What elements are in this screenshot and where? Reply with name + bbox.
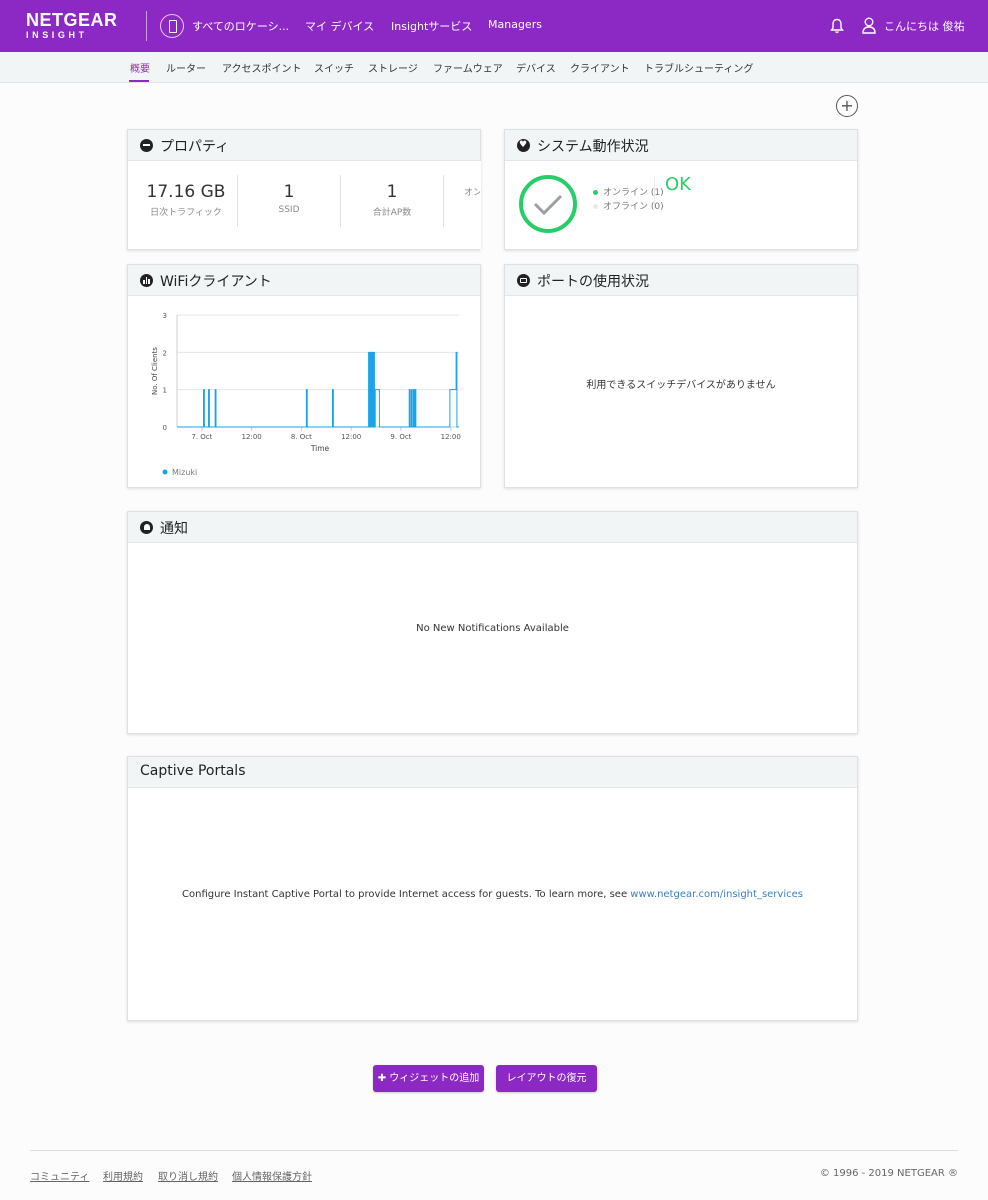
x-tick-label: 9. Oct (390, 433, 411, 441)
subnav-access-points[interactable]: アクセスポイント (222, 60, 302, 75)
subnav-storage[interactable]: ストレージ (368, 60, 418, 75)
total-ap-stat: 1 合計AP数 (372, 182, 412, 218)
checkmark-icon (533, 194, 563, 216)
notifications-card: 通知 No New Notifications Available (127, 511, 858, 734)
insight-services-link[interactable]: www.netgear.com/insight_services (630, 889, 803, 900)
subnav-clients[interactable]: クライアント (570, 60, 630, 75)
subnav-overview[interactable]: 概要 (130, 60, 150, 75)
health-status-ring (519, 175, 577, 233)
port-usage-card-header: ポートの使用状況 (505, 265, 857, 296)
nav-insight-services[interactable]: Insightサービス (391, 18, 472, 34)
wifi-clients-title: WiFiクライアント (160, 274, 272, 290)
captive-portals-message: Configure Instant Captive Portal to prov… (182, 889, 803, 900)
health-status-text: OK (665, 174, 691, 195)
x-tick-label: 8. Oct (291, 433, 312, 441)
port-usage-card: ポートの使用状況 利用できるスイッチデバイスがありません (504, 264, 858, 488)
subnav-troubleshooting[interactable]: トラブルシューティング (644, 60, 753, 75)
legend-dot-mizuki (162, 469, 168, 475)
offline-dot (593, 204, 598, 209)
netgear-insight-logo[interactable]: NETGEAR INSIGHT (26, 11, 118, 40)
status-divider (654, 176, 655, 208)
online-dot (593, 190, 598, 195)
x-tick-label: 12:00 (242, 433, 262, 441)
ssid-stat: 1 SSID (278, 182, 300, 215)
user-greeting[interactable]: こんにちは 俊祐 (884, 18, 965, 34)
subnav-routers[interactable]: ルーター (166, 60, 206, 75)
footer-privacy-link[interactable]: 個人情報保護方針 (232, 1168, 312, 1183)
captive-portals-title: Captive Portals (140, 763, 246, 779)
stat-divider (237, 175, 238, 227)
add-widget-button[interactable]: ✚ ウィジェットの追加 (373, 1065, 484, 1092)
port-usage-empty-message: 利用できるスイッチデバイスがありません (586, 380, 776, 391)
subnav-switches[interactable]: スイッチ (314, 60, 354, 75)
user-icon[interactable] (862, 17, 876, 34)
system-health-card-header: ♥ システム動作状況 (505, 130, 857, 161)
system-health-title: システム動作状況 (537, 139, 649, 155)
footer-cancellation-link[interactable]: 取り消し規約 (158, 1168, 218, 1183)
active-tab-indicator (129, 80, 149, 82)
bar-chart-icon (140, 274, 153, 287)
bell-icon (140, 521, 153, 534)
footer-divider (30, 1150, 958, 1151)
y-axis-title: No. Of Clients (151, 347, 159, 395)
captive-portals-card: Captive Portals Configure Instant Captiv… (127, 756, 858, 1021)
captive-portals-card-header: Captive Portals (128, 757, 857, 788)
x-tick-label: 12:00 (441, 433, 461, 441)
subnav-devices[interactable]: デバイス (516, 60, 556, 75)
heart-icon: ♥ (517, 139, 530, 152)
wifi-clients-chart: 0 1 2 3 7. Oct 12:00 8. Oct 12:00 9. Oct 12:00 Tim… (151, 312, 461, 477)
legend-label-mizuki: Mizuki (172, 468, 197, 477)
stat-divider (340, 175, 341, 227)
stat-divider (443, 175, 444, 227)
notifications-empty-message: No New Notifications Available (416, 623, 569, 634)
properties-title: プロパティ (160, 139, 230, 155)
port-usage-title: ポートの使用状況 (537, 274, 649, 290)
nav-my-devices[interactable]: マイ デバイス (305, 18, 374, 34)
restore-layout-button[interactable]: レイアウトの復元 (496, 1065, 597, 1092)
add-widget-icon[interactable]: + (836, 95, 858, 117)
y-tick-label: 1 (163, 387, 167, 395)
location-selector[interactable]: すべてのロケーシ... (192, 18, 289, 34)
daily-traffic-stat: 17.16 GB 日次トラフィック (146, 182, 226, 218)
bell-icon[interactable] (830, 18, 844, 34)
properties-card: プロパティ 17.16 GB 日次トラフィック 1 SSID 1 合計AP数 オ… (127, 129, 482, 250)
y-tick-label: 2 (163, 349, 167, 357)
footer-copyright: © 1996 - 2019 NETGEAR ® (819, 1168, 958, 1179)
notifications-title: 通知 (160, 521, 188, 537)
subnav-firmware[interactable]: ファームウェア (433, 60, 503, 75)
system-health-card: ♥ システム動作状況 オンライン (1) オフライン (0) OK (504, 129, 858, 250)
nav-managers[interactable]: Managers (488, 18, 542, 31)
footer-community-link[interactable]: コミュニティ (30, 1168, 89, 1183)
notifications-card-header: 通知 (128, 512, 857, 543)
wifi-clients-card: WiFiクライアント 0 1 2 3 7. Oct 12:00 8. Oct 12:00 9. … (127, 264, 481, 488)
properties-card-header: プロパティ (128, 130, 480, 161)
footer-terms-link[interactable]: 利用規約 (103, 1168, 143, 1183)
x-axis-title: Time (310, 444, 330, 453)
building-icon[interactable] (160, 14, 184, 38)
y-tick-label: 0 (163, 424, 167, 432)
online-stat-truncated: オン (464, 188, 483, 198)
wifi-clients-card-header: WiFiクライアント (128, 265, 480, 296)
x-tick-label: 7. Oct (191, 433, 212, 441)
y-tick-label: 3 (163, 312, 167, 320)
top-bar: NETGEAR INSIGHT すべてのロケーシ... マイ デバイス Insi… (0, 0, 988, 52)
x-tick-label: 12:00 (341, 433, 361, 441)
top-divider (146, 11, 147, 41)
port-icon (517, 274, 530, 287)
sub-nav: 概要 ルーター アクセスポイント スイッチ ストレージ ファームウェア デバイス… (0, 52, 988, 83)
properties-icon (140, 139, 153, 152)
